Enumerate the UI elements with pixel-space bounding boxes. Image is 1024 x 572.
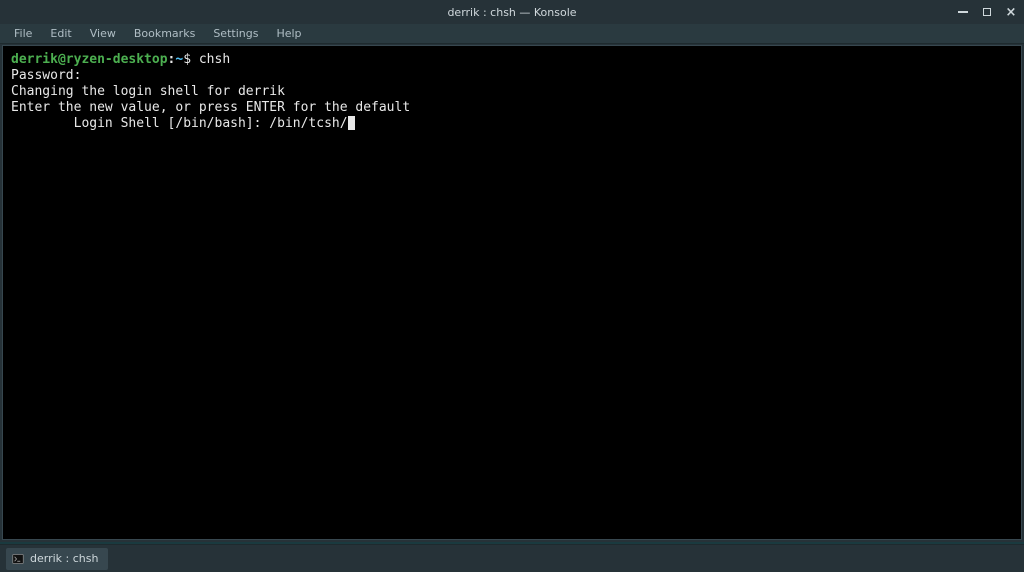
menu-file[interactable]: File (6, 25, 40, 42)
close-button[interactable]: × (1004, 5, 1018, 19)
konsole-window: derrik : chsh — Konsole × File Edit View… (0, 0, 1024, 542)
prompt-userhost: derrik@ryzen-desktop (11, 52, 168, 67)
menu-view[interactable]: View (82, 25, 124, 42)
terminal-line: Changing the login shell for derrik (11, 84, 285, 99)
window-title: derrik : chsh — Konsole (447, 6, 576, 19)
window-controls: × (956, 5, 1018, 19)
menubar: File Edit View Bookmarks Settings Help (0, 24, 1024, 44)
terminal[interactable]: derrik@ryzen-desktop:~$ chsh Password: C… (5, 48, 1019, 537)
menu-edit[interactable]: Edit (42, 25, 79, 42)
cursor-icon (348, 116, 355, 130)
prompt-dollar: $ (183, 52, 191, 67)
maximize-icon (983, 8, 991, 16)
titlebar[interactable]: derrik : chsh — Konsole × (0, 0, 1024, 24)
terminal-icon (12, 553, 24, 565)
menu-settings[interactable]: Settings (205, 25, 266, 42)
terminal-frame: derrik@ryzen-desktop:~$ chsh Password: C… (2, 45, 1022, 540)
taskbar-task-konsole[interactable]: derrik : chsh (6, 548, 108, 570)
prompt-command: chsh (199, 52, 230, 67)
input-indent (11, 116, 74, 131)
close-icon: × (1006, 6, 1017, 19)
maximize-button[interactable] (980, 5, 994, 19)
terminal-line: Password: (11, 68, 81, 83)
input-value: /bin/tcsh/ (269, 116, 347, 131)
input-label: Login Shell [/bin/bash]: (74, 116, 270, 131)
menu-bookmarks[interactable]: Bookmarks (126, 25, 203, 42)
minimize-button[interactable] (956, 5, 970, 19)
taskbar: derrik : chsh (0, 544, 1024, 572)
taskbar-task-label: derrik : chsh (30, 552, 98, 565)
minimize-icon (958, 11, 968, 13)
terminal-line: Enter the new value, or press ENTER for … (11, 100, 410, 115)
menu-help[interactable]: Help (268, 25, 309, 42)
